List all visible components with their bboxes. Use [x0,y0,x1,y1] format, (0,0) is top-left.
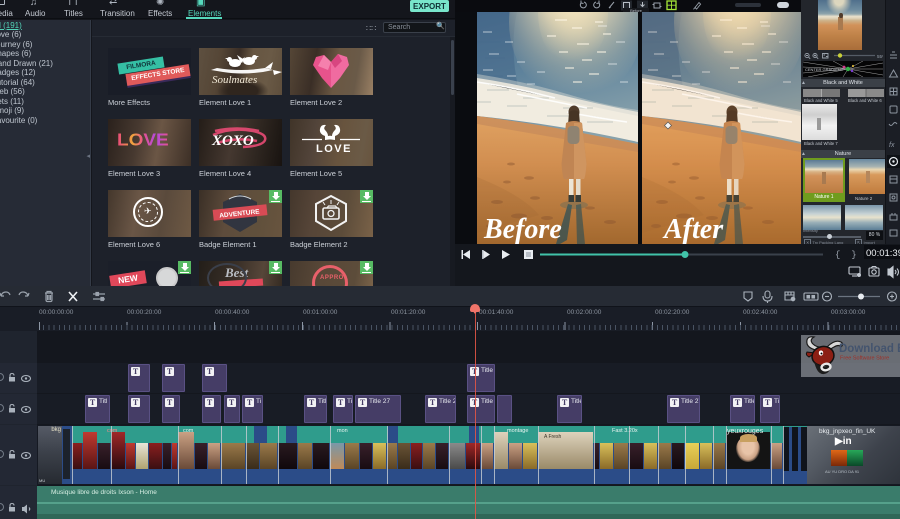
svg-text:00:01:39: 00:01:39 [866,248,900,259]
svg-text:Free Software Store: Free Software Store [840,356,889,362]
svg-text:Soulmates: Soulmates [212,74,257,86]
svg-text:fx: fx [889,142,895,149]
svg-text:Before: Before [483,214,562,244]
svg-text:Download B: Download B [839,343,900,355]
svg-text:CENTER GRADIENT: CENTER GRADIENT [805,67,844,72]
svg-text:55%: 55% [877,54,883,59]
svg-text:After: After [662,214,724,244]
svg-text:LOVE: LOVE [316,143,352,155]
svg-text:XOXO: XOXO [211,133,254,149]
svg-text:{ }: { } [835,250,857,260]
